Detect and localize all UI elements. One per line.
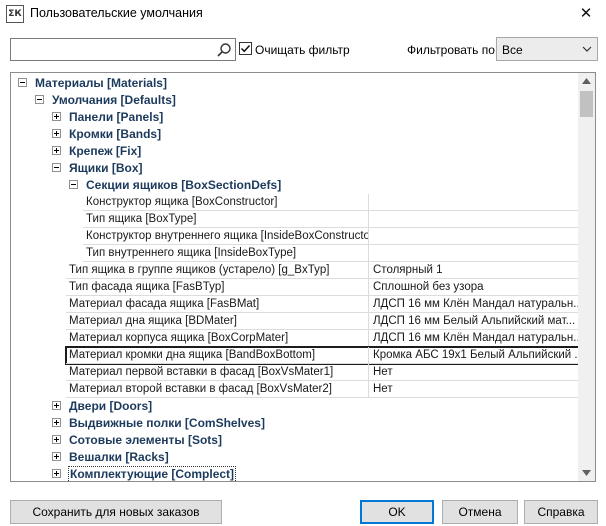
collapse-icon[interactable] <box>69 180 78 189</box>
expand-icon[interactable] <box>52 418 61 427</box>
property-row[interactable]: Материал дна ящика [BDMater] ЛДСП 16 мм … <box>66 313 579 330</box>
scroll-up-icon[interactable] <box>582 78 591 84</box>
clear-filter-label[interactable]: Очищать фильтр <box>255 43 350 57</box>
property-row[interactable]: Конструктор внутреннего ящика [InsideBox… <box>83 228 579 245</box>
tree-node-label[interactable]: Комплектующие [Complect] <box>68 466 237 481</box>
scroll-down-icon[interactable] <box>582 470 591 476</box>
tree-node-label[interactable]: Секции ящиков [BoxSectionDefs] <box>85 178 282 192</box>
property-row[interactable]: Материал корпуса ящика [BoxCorpMater] ЛД… <box>66 330 579 347</box>
tree-node-label[interactable]: Панели [Panels] <box>68 110 164 124</box>
filter-by-value: Все <box>502 43 523 57</box>
vertical-scrollbar[interactable] <box>578 73 595 481</box>
chevron-down-icon <box>582 46 592 52</box>
search-input[interactable] <box>10 38 236 61</box>
collapse-icon[interactable] <box>18 78 27 87</box>
property-name: Материал первой вставки в фасад [BoxVsMa… <box>66 364 369 381</box>
title-bar: ΣК Пользовательские умолчания ✕ <box>0 0 606 29</box>
property-row[interactable]: Тип внутреннего ящика [InsideBoxType] <box>83 245 579 262</box>
expand-icon[interactable] <box>52 452 61 461</box>
filter-by-select[interactable]: Все <box>496 37 598 61</box>
property-name: Конструктор внутреннего ящика [InsideBox… <box>83 228 369 245</box>
window-title: Пользовательские умолчания <box>30 6 203 20</box>
property-value[interactable]: ЛДСП 16 мм Клён Мандал натуральн... <box>369 330 579 347</box>
property-value[interactable] <box>369 245 579 262</box>
property-value[interactable] <box>369 228 579 245</box>
property-value[interactable]: Нет <box>369 364 579 381</box>
property-name: Тип фасада ящика [FasBTyp] <box>66 279 369 296</box>
collapse-icon[interactable] <box>52 163 61 172</box>
property-name: Материал кромки дна ящика [BandBoxBottom… <box>66 347 369 364</box>
property-name: Тип ящика [BoxType] <box>83 211 369 228</box>
expand-icon[interactable] <box>52 129 61 138</box>
checkmark-icon <box>240 44 251 53</box>
property-name: Тип ящика в группе ящиков (устарело) [g_… <box>66 262 369 279</box>
property-row[interactable]: Материал первой вставки в фасад [BoxVsMa… <box>66 364 579 381</box>
tree-node-label[interactable]: Ящики [Box] <box>68 161 144 175</box>
collapse-icon[interactable] <box>35 95 44 104</box>
property-value[interactable]: ЛДСП 16 мм Клён Мандал натуральн... <box>369 296 579 313</box>
tree-node-label[interactable]: Двери [Doors] <box>68 399 153 413</box>
help-button[interactable]: Справка <box>524 500 598 524</box>
tree-node-label[interactable]: Кромки [Bands] <box>68 127 162 141</box>
expand-icon[interactable] <box>52 112 61 121</box>
property-name: Материал фасада ящика [FasBMat] <box>66 296 369 313</box>
property-row[interactable]: Тип ящика в группе ящиков (устарело) [g_… <box>66 262 579 279</box>
expand-icon[interactable] <box>52 146 61 155</box>
ok-button[interactable]: OK <box>360 500 434 524</box>
property-row[interactable]: Материал второй вставки в фасад [BoxVsMa… <box>66 381 579 398</box>
property-name: Материал дна ящика [BDMater] <box>66 313 369 330</box>
property-name: Материал второй вставки в фасад [BoxVsMa… <box>66 381 369 398</box>
property-name: Конструктор ящика [BoxConstructor] <box>83 194 369 211</box>
property-value[interactable] <box>369 211 579 228</box>
search-icon[interactable] <box>216 42 232 58</box>
tree-node-label[interactable]: Сотовые элементы [Sots] <box>68 433 223 447</box>
property-value[interactable]: ЛДСП 16 мм Белый Альпийский мат... <box>369 313 579 330</box>
tree-node-label[interactable]: Крепеж [Fix] <box>68 144 142 158</box>
property-name: Тип внутреннего ящика [InsideBoxType] <box>83 245 369 262</box>
property-row-highlighted[interactable]: Материал кромки дна ящика [BandBoxBottom… <box>65 346 580 365</box>
property-row[interactable]: Тип фасада ящика [FasBTyp] Сплошной без … <box>66 279 579 296</box>
expand-icon[interactable] <box>52 435 61 444</box>
property-row[interactable]: Конструктор ящика [BoxConstructor] <box>83 194 579 211</box>
tree-node-label[interactable]: Материалы [Materials] <box>34 76 168 90</box>
tree-node-label[interactable]: Выдвижные полки [ComShelves] <box>68 416 266 430</box>
expand-icon[interactable] <box>52 469 61 478</box>
filter-by-label: Фильтровать по: <box>407 43 499 57</box>
property-row[interactable]: Тип ящика [BoxType] <box>83 211 579 228</box>
property-value[interactable]: Кромка АБС 19х1 Белый Альпийский ... <box>369 347 579 364</box>
tree-node-label[interactable]: Умолчания [Defaults] <box>51 93 177 107</box>
clear-filter-checkbox[interactable] <box>239 42 252 55</box>
tree-node-label[interactable]: Вешалки [Racks] <box>68 450 170 464</box>
expand-icon[interactable] <box>52 401 61 410</box>
scrollbar-thumb[interactable] <box>580 91 593 117</box>
cancel-button[interactable]: Отмена <box>442 500 518 524</box>
defaults-tree[interactable]: Материалы [Materials] Умолчания [Default… <box>10 72 596 482</box>
property-value[interactable] <box>369 194 579 211</box>
property-name: Материал корпуса ящика [BoxCorpMater] <box>66 330 369 347</box>
app-icon: ΣК <box>6 5 24 23</box>
property-value[interactable]: Сплошной без узора <box>369 279 579 296</box>
property-value[interactable]: Нет <box>369 381 579 398</box>
property-row[interactable]: Материал фасада ящика [FasBMat] ЛДСП 16 … <box>66 296 579 313</box>
close-button[interactable]: ✕ <box>566 0 606 29</box>
save-new-orders-button[interactable]: Сохранить для новых заказов <box>10 500 222 524</box>
property-value[interactable]: Столярный 1 <box>369 262 579 279</box>
